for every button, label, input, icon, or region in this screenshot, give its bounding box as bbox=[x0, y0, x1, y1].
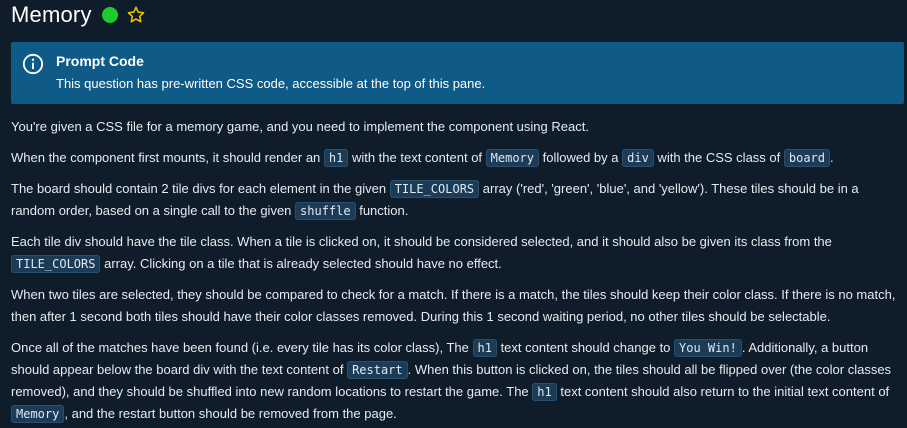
code-memory: Memory bbox=[11, 405, 65, 423]
code-shuffle: shuffle bbox=[295, 202, 356, 220]
prompt-text: This question has pre-written CSS code, … bbox=[56, 76, 486, 91]
paragraph-2: When the component first mounts, it shou… bbox=[11, 147, 904, 169]
status-indicator bbox=[101, 7, 118, 23]
paragraph-4: Each tile div should have the tile class… bbox=[11, 231, 904, 275]
text: text content should also return to the i… bbox=[556, 384, 890, 399]
code-div: div bbox=[622, 149, 654, 167]
text: Each tile div should have the tile class… bbox=[11, 234, 832, 249]
text: Once all of the matches have been found … bbox=[11, 340, 473, 355]
text: with the text content of bbox=[348, 150, 486, 165]
code-h1: h1 bbox=[532, 383, 557, 401]
prompt-title: Prompt Code bbox=[56, 53, 144, 69]
code-h1: h1 bbox=[323, 149, 349, 167]
question-pane: Memory Prompt Code This question has pre… bbox=[0, 0, 907, 428]
paragraph-6: Once all of the matches have been found … bbox=[11, 337, 904, 425]
text: array. Clicking on a tile that is alread… bbox=[100, 256, 502, 271]
paragraph-5: When two tiles are selected, they should… bbox=[11, 287, 896, 324]
text: When the component first mounts, it shou… bbox=[11, 150, 324, 165]
paragraph-1: You're given a CSS file for a memory gam… bbox=[11, 119, 589, 134]
code-h1: h1 bbox=[472, 339, 497, 357]
info-icon bbox=[22, 53, 44, 75]
code-tile-colors: TILE_COLORS bbox=[389, 180, 480, 198]
text: function. bbox=[355, 203, 409, 218]
code-restart: Restart bbox=[347, 361, 408, 379]
text: . bbox=[830, 150, 834, 165]
code-you-win: You Win! bbox=[674, 339, 742, 357]
paragraph-3: The board should contain 2 tile divs for… bbox=[11, 178, 904, 222]
text: text content should change to bbox=[496, 340, 675, 355]
text: , and the restart button should be remov… bbox=[64, 406, 397, 421]
text: followed by a bbox=[539, 150, 623, 165]
code-memory: Memory bbox=[485, 149, 540, 167]
code-tile-colors: TILE_COLORS bbox=[11, 255, 101, 273]
code-board: board bbox=[783, 149, 830, 167]
page-title: Memory bbox=[11, 2, 92, 27]
prompt-code-callout: Prompt Code This question has pre-writte… bbox=[11, 42, 904, 104]
instructions: You're given a CSS file for a memory gam… bbox=[11, 116, 904, 428]
text: with the CSS class of bbox=[653, 150, 784, 165]
text: The board should contain 2 tile divs for… bbox=[11, 181, 390, 196]
header: Memory bbox=[11, 0, 146, 30]
star-outline-icon[interactable] bbox=[126, 5, 146, 25]
